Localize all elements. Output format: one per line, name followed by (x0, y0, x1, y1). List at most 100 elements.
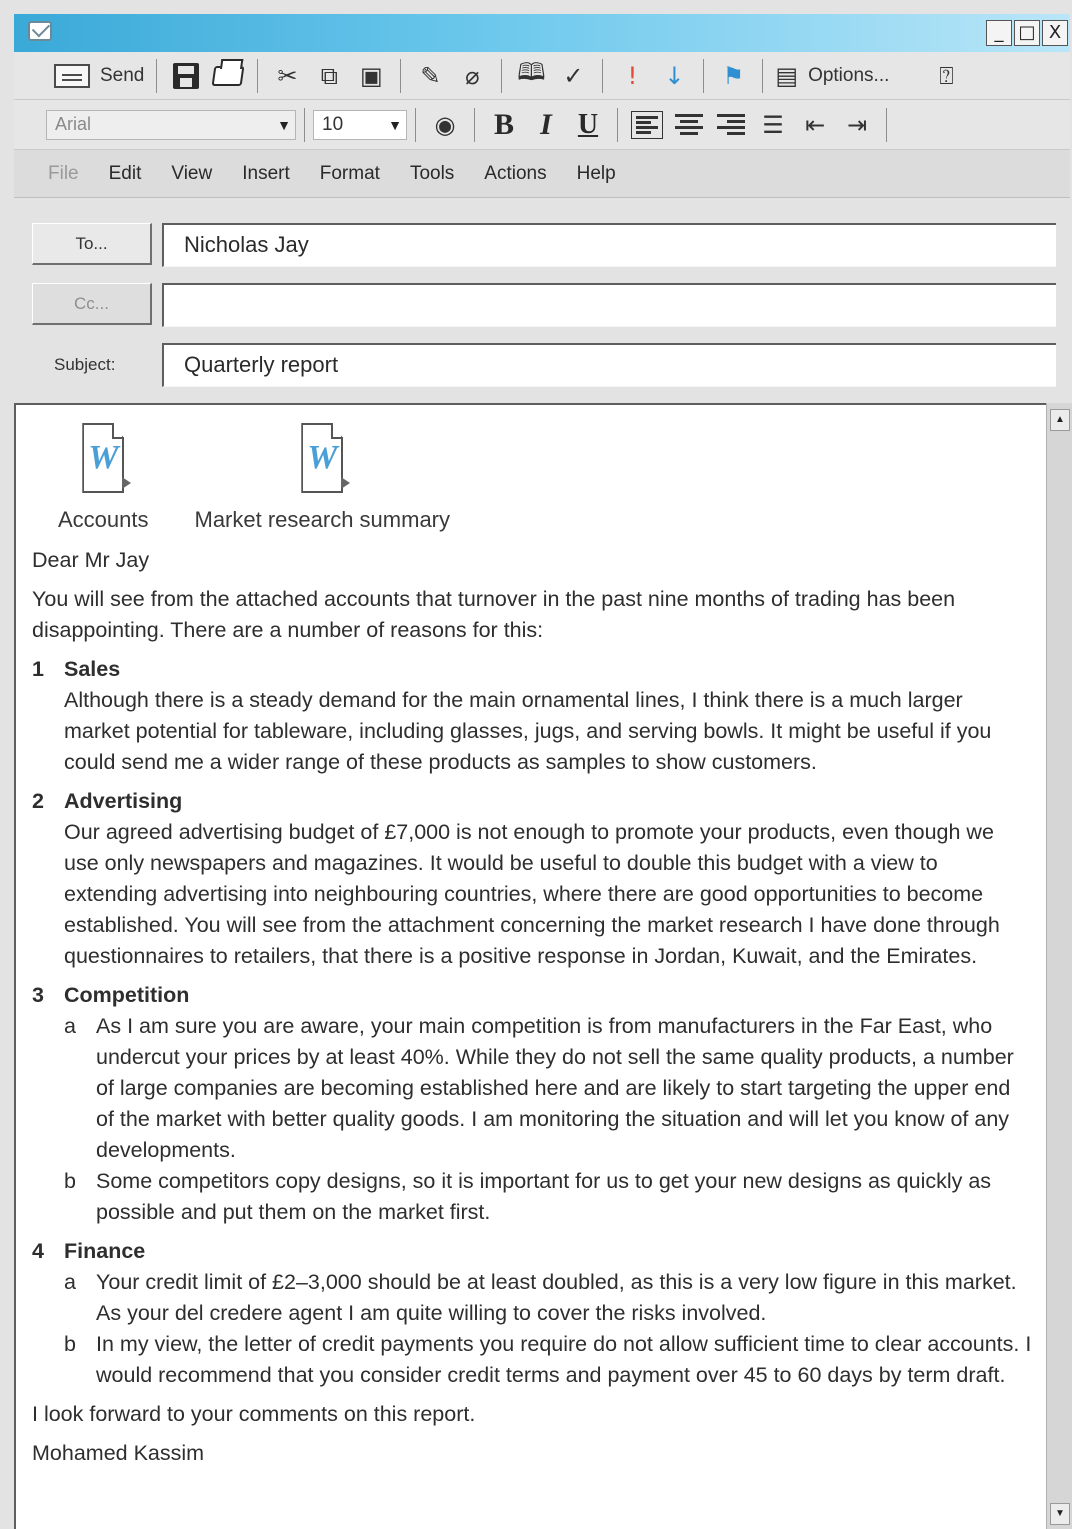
attachment-market-research[interactable]: W Market research summary (194, 421, 451, 533)
vertical-scrollbar[interactable]: ▲ ▼ (1046, 403, 1072, 1529)
menu-insert[interactable]: Insert (242, 163, 290, 185)
scroll-up-button[interactable]: ▲ (1050, 409, 1070, 431)
bold-button[interactable]: B (487, 107, 521, 143)
sub-point-letter: b (64, 1169, 76, 1193)
section-number: 4 (32, 1239, 44, 1263)
help-icon: ⍰ (939, 61, 954, 90)
section-title: Competition (64, 983, 190, 1007)
attach-button[interactable]: ⌀ (455, 58, 489, 94)
font-color-button[interactable]: ◉ (428, 107, 462, 143)
save-icon (173, 62, 200, 89)
sub-point: a Your credit limit of £2–3,000 should b… (32, 1267, 1032, 1329)
print-icon (211, 65, 245, 86)
options-icon: ▤ (775, 61, 799, 90)
menu: File Edit View Insert Format Tools Actio… (48, 163, 646, 185)
maximize-button[interactable]: □ (1014, 20, 1040, 46)
paste-button[interactable]: ▣ (354, 58, 388, 94)
word-document-icon: W (293, 421, 351, 497)
bullet-list-icon: ☰ (762, 110, 784, 139)
closing-line: I look forward to your comments on this … (32, 1402, 476, 1426)
high-importance-button[interactable]: ! (615, 58, 649, 94)
chevron-down-icon: ▼ (388, 116, 402, 133)
subject-label: Subject: (54, 355, 116, 374)
section-body: Our agreed advertising budget of £7,000 … (64, 820, 1000, 968)
underline-icon: U (577, 108, 599, 140)
copy-button[interactable]: ⧉ (312, 58, 346, 94)
menu-help[interactable]: Help (577, 163, 616, 185)
toolbar-separator (617, 107, 618, 142)
title-bar: _ □ X (14, 14, 1070, 52)
close-button[interactable]: X (1042, 20, 1068, 46)
low-importance-button[interactable]: ↓ (657, 58, 691, 94)
signature-button[interactable]: ✎ (413, 58, 447, 94)
flag-button[interactable]: ⚑ (716, 58, 750, 94)
menu-view[interactable]: View (171, 163, 212, 185)
section-title: Sales (64, 657, 121, 681)
address-book-button[interactable]: 🕮 (514, 58, 548, 94)
font-size-selector[interactable]: 10 ▼ (313, 109, 407, 140)
send-button[interactable]: Send (54, 58, 144, 94)
copy-icon: ⧉ (320, 61, 338, 90)
underline-button[interactable]: U (571, 107, 605, 143)
help-button[interactable]: ⍰ (929, 58, 963, 94)
section-title: Finance (64, 1239, 146, 1263)
subject-field[interactable]: Quarterly report (162, 343, 1056, 387)
decrease-indent-button[interactable]: ⇤ (798, 107, 832, 143)
save-button[interactable] (169, 58, 203, 94)
section-heading: 2 Advertising (32, 786, 1032, 817)
standard-toolbar: Send ✂ ⧉ ▣ ✎ ⌀ 🕮 ✓ ! ↓ ⚑ ▤ Options... ⍰ (14, 52, 1070, 100)
bold-icon: B (493, 107, 514, 141)
options-button[interactable]: ▤ Options... (775, 58, 889, 94)
toolbar-separator (501, 58, 503, 93)
check-names-icon: ✓ (563, 61, 584, 90)
sub-point-text: In my view, the letter of credit payment… (96, 1332, 1032, 1387)
attachments: W Accounts W Market research summary (58, 421, 450, 533)
print-button[interactable] (211, 58, 245, 94)
paste-icon: ▣ (360, 61, 383, 90)
attachment-name: Market research summary (194, 507, 451, 532)
attachment-accounts[interactable]: W Accounts (58, 421, 149, 533)
menu-actions[interactable]: Actions (484, 163, 546, 185)
sub-point-text: As I am sure you are aware, your main co… (96, 1014, 1014, 1162)
increase-indent-icon: ⇥ (846, 110, 868, 139)
font-value: Arial (55, 114, 92, 134)
sub-point: b In my view, the letter of credit payme… (32, 1329, 1032, 1391)
check-names-button[interactable]: ✓ (556, 58, 590, 94)
toolbar-separator (762, 58, 764, 93)
bullets-button[interactable]: ☰ (756, 107, 790, 143)
menu-format[interactable]: Format (320, 163, 380, 185)
send-icon (54, 63, 90, 88)
cc-button[interactable]: Cc... (32, 283, 152, 325)
cut-button[interactable]: ✂ (270, 58, 304, 94)
exclamation-icon: ! (627, 61, 638, 90)
to-button[interactable]: To... (32, 223, 152, 265)
options-label: Options... (808, 64, 890, 86)
section-heading: 4 Finance (32, 1236, 1032, 1267)
menu-tools[interactable]: Tools (410, 163, 454, 185)
menu-edit[interactable]: Edit (109, 163, 142, 185)
align-right-button[interactable] (714, 107, 748, 143)
chevron-down-icon: ▼ (277, 116, 291, 133)
font-size-value: 10 (322, 113, 344, 135)
increase-indent-button[interactable]: ⇥ (840, 107, 874, 143)
cc-field[interactable] (162, 283, 1056, 327)
align-center-button[interactable] (672, 107, 706, 143)
scissors-icon: ✂ (277, 61, 298, 90)
to-field[interactable]: Nicholas Jay (162, 223, 1056, 267)
paperclip-icon: ⌀ (465, 61, 480, 90)
down-arrow-icon: ↓ (664, 61, 685, 90)
align-left-button[interactable] (630, 107, 664, 143)
menu-file[interactable]: File (48, 163, 79, 185)
message-header: To... Nicholas Jay Cc... Subject: Quarte… (14, 199, 1070, 404)
color-palette-icon: ◉ (434, 110, 456, 139)
toolbar-separator (703, 58, 705, 93)
toolbar-separator (415, 107, 416, 142)
scroll-down-button[interactable]: ▼ (1050, 1503, 1070, 1525)
font-selector[interactable]: Arial ▼ (46, 109, 296, 140)
toolbar-separator (304, 107, 305, 142)
mail-app-icon (28, 21, 52, 41)
message-body[interactable]: W Accounts W Market research summary Dea… (14, 403, 1046, 1529)
italic-button[interactable]: I (529, 107, 563, 143)
toolbar-separator (156, 58, 158, 93)
minimize-button[interactable]: _ (986, 20, 1012, 46)
